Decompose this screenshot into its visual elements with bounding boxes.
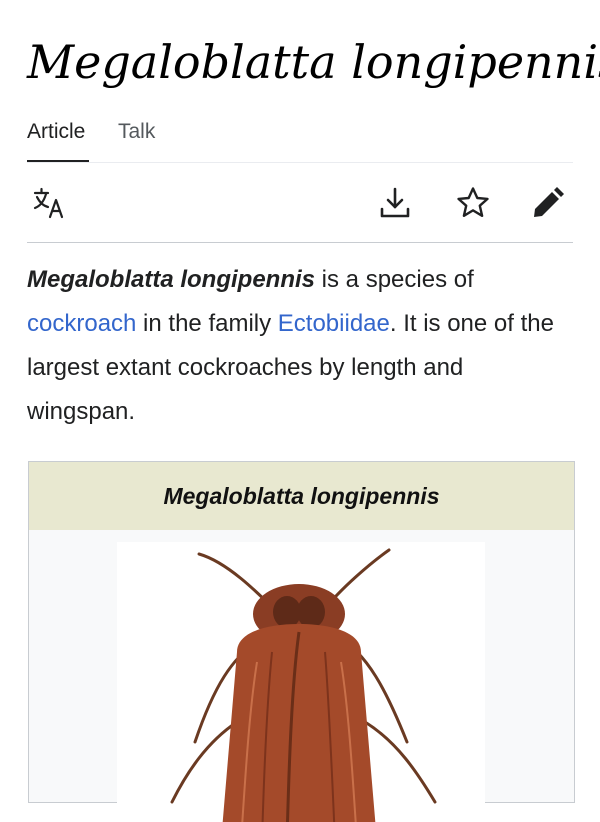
infobox-caption: Megaloblatta longipennis — [29, 462, 574, 530]
download-icon[interactable] — [377, 185, 413, 221]
star-icon[interactable] — [455, 185, 491, 221]
page-actions-toolbar — [27, 163, 573, 243]
ectobiidae-link[interactable]: Ectobiidae — [278, 310, 390, 337]
article-tabs: Article Talk — [27, 112, 573, 163]
lead-paragraph: Megaloblatta longipennis is a species of… — [27, 266, 554, 425]
page-title: Megaloblatta longipennis — [27, 35, 600, 89]
tab-article[interactable]: Article — [27, 120, 90, 162]
article-subject: Megaloblatta longipennis — [27, 266, 316, 293]
cockroach-illustration[interactable] — [117, 542, 485, 822]
tab-talk[interactable]: Talk — [118, 120, 155, 144]
infobox: Megaloblatta longipennis — [28, 461, 575, 822]
edit-pencil-icon[interactable] — [530, 185, 566, 221]
language-icon[interactable] — [32, 185, 68, 221]
cockroach-link[interactable]: cockroach — [27, 310, 136, 337]
